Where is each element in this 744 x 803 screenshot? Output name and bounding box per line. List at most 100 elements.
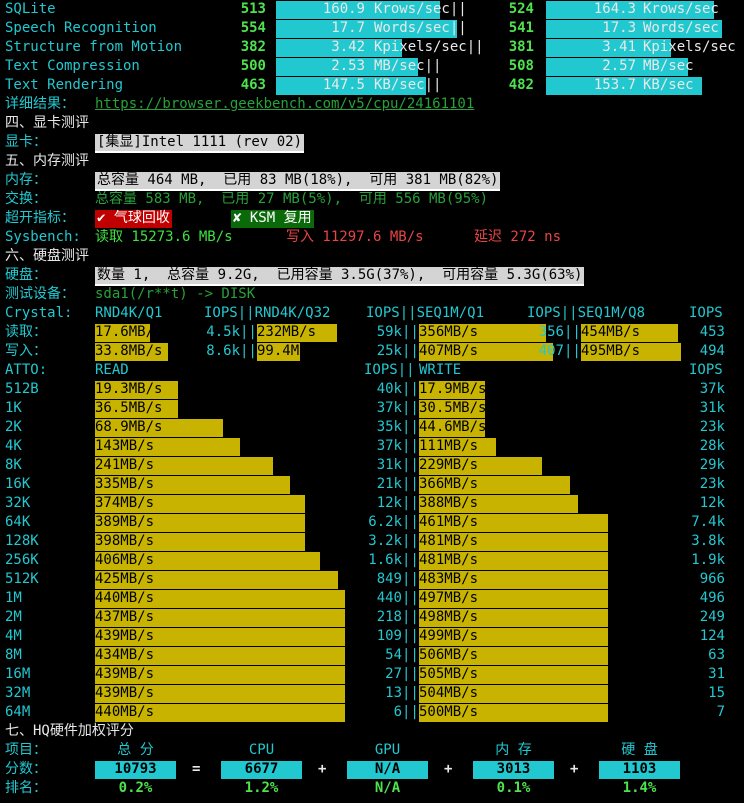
sysbench-write: 写入 11297.6 MB/s <box>286 229 424 245</box>
rank-value: 1.4% <box>622 780 657 796</box>
atto-write-iops: 124 <box>699 628 725 644</box>
crystal-header: RND4K/Q1 <box>95 305 163 321</box>
atto-write-iops: 63 <box>708 647 725 663</box>
gb-multi-unit: Words/sec <box>643 20 719 36</box>
gb-single-score: 500 <box>240 58 266 74</box>
gb-single-unit: MB/sec|| <box>374 58 442 74</box>
atto-read-iops: 849 <box>376 571 402 587</box>
atto-write-value: 506MB/s <box>419 647 479 663</box>
crystal-value: 407MB/s <box>419 343 479 359</box>
gb-single-unit: Krows/sec|| <box>374 1 467 17</box>
gb-multi-score: 381 <box>508 39 534 55</box>
disk-label: 硬盘： <box>5 267 47 283</box>
atto-read-value: 439MB/s <box>95 628 155 644</box>
column-separator: || <box>402 476 419 492</box>
gb-multi-value: 164.3 <box>593 1 636 17</box>
atto-write-iops: 249 <box>699 609 725 625</box>
atto-block-size: 64M <box>5 704 31 720</box>
gb-multi-value: 153.7 <box>593 77 636 93</box>
atto-read-iops: 440 <box>376 590 402 606</box>
atto-read-iops: 6 <box>393 704 402 720</box>
gb-single-value: 2.53 <box>331 58 365 74</box>
atto-read-value: 440MB/s <box>95 590 155 606</box>
atto-read-iops: 40k <box>376 381 402 397</box>
gb-multi-score: 482 <box>508 77 534 93</box>
atto-read-iops: 218 <box>376 609 402 625</box>
crystal-value: 33.8MB/s <box>95 343 163 359</box>
atto-read-value: 389MB/s <box>95 514 155 530</box>
atto-write-value: 497MB/s <box>419 590 479 606</box>
gb-test-name: SQLite <box>5 1 56 17</box>
gb-test-name: Text Compression <box>5 58 140 74</box>
sysbench-read: 读取 15273.6 MB/s <box>95 229 233 245</box>
atto-read-value: 335MB/s <box>95 476 155 492</box>
atto-read-value: 439MB/s <box>95 685 155 701</box>
atto-read-iops: 27 <box>385 666 402 682</box>
atto-read-value: 398MB/s <box>95 533 155 549</box>
atto-read-value: 19.3MB/s <box>95 381 163 397</box>
column-separator: || <box>240 343 257 359</box>
gb-single-score: 463 <box>240 77 266 93</box>
gb-multi-unit: KB/sec <box>643 77 694 93</box>
device-label: 测试设备： <box>5 286 75 302</box>
score-operator: + <box>570 761 579 777</box>
crystal-value: 99.4MB/s <box>257 343 325 359</box>
atto-read-iops: 12k <box>376 495 402 511</box>
atto-read-value: 406MB/s <box>95 552 155 568</box>
atto-write-iops: 28k <box>699 438 725 454</box>
gb-single-value: 17.7 <box>331 20 365 36</box>
atto-block-size: 2K <box>5 419 22 435</box>
score-operator: + <box>444 761 453 777</box>
gb-multi-score: 541 <box>508 20 534 36</box>
rank-label: 排名： <box>5 780 47 796</box>
atto-block-size: 2M <box>5 609 22 625</box>
atto-block-size: 512B <box>5 381 39 397</box>
gb-multi-unit: Kpixels/sec <box>643 39 736 55</box>
gb-test-name: Speech Recognition <box>5 20 157 36</box>
atto-label: ATTO: <box>5 362 48 378</box>
atto-write-iops-header: IOPS <box>689 362 723 378</box>
gb-single-value: 147.5 <box>322 77 365 93</box>
crystal-iops: 59k <box>376 324 402 340</box>
atto-write-value: 481MB/s <box>419 533 479 549</box>
detail-link[interactable]: https://browser.geekbench.com/v5/cpu/241… <box>95 95 474 114</box>
atto-read-iops: 13 <box>385 685 402 701</box>
atto-read-iops: 31k <box>376 457 402 473</box>
score-value: 1103 <box>622 761 657 777</box>
atto-read-value: 434MB/s <box>95 647 155 663</box>
crystal-value: 454MB/s <box>581 324 641 340</box>
crystal-header: IOPS||SEQ1M/Q8 <box>527 305 646 321</box>
gb-multi-value: 17.3 <box>602 20 636 36</box>
crystal-value: 356MB/s <box>419 324 479 340</box>
column-separator: || <box>402 438 419 454</box>
atto-read-iops: 21k <box>376 476 402 492</box>
sysbench-latency: 延迟 272 ns <box>474 229 562 245</box>
crystal-label: Crystal: <box>5 305 73 321</box>
atto-write-value: 388MB/s <box>419 495 479 511</box>
atto-write-value: 30.5MB/s <box>419 400 487 416</box>
atto-read-header: READ <box>95 362 129 378</box>
atto-write-value: 500MB/s <box>419 704 479 720</box>
crystal-iops: 407 <box>538 343 564 359</box>
atto-read-iops: 54 <box>385 647 402 663</box>
atto-block-size: 4K <box>5 438 22 454</box>
atto-block-size: 4M <box>5 628 22 644</box>
gb-multi-unit: Krows/sec <box>643 1 719 17</box>
rank-value: 0.2% <box>118 780 153 796</box>
swap-label: 交换： <box>5 191 47 207</box>
column-separator: || <box>402 647 419 663</box>
column-separator: || <box>402 419 419 435</box>
crystal-row-label: 写入： <box>5 343 47 359</box>
atto-write-iops: 7.4k <box>691 514 725 530</box>
crystal-iops: 8.6k <box>206 343 240 359</box>
atto-read-value: 425MB/s <box>95 571 155 587</box>
atto-write-iops: 1.9k <box>691 552 725 568</box>
column-separator: || <box>402 514 419 530</box>
disk-value: 数量 1, 总容量 9.2G, 已用容量 3.5G(37%), 可用容量 5.3… <box>95 267 585 286</box>
atto-write-iops: 23k <box>699 476 725 492</box>
crystal-value: 17.6MB/s <box>95 324 163 340</box>
gb-single-value: 3.42 <box>331 39 365 55</box>
memory-label: 内存： <box>5 172 47 188</box>
column-separator: || <box>402 495 419 511</box>
atto-read-value: 241MB/s <box>95 457 155 473</box>
